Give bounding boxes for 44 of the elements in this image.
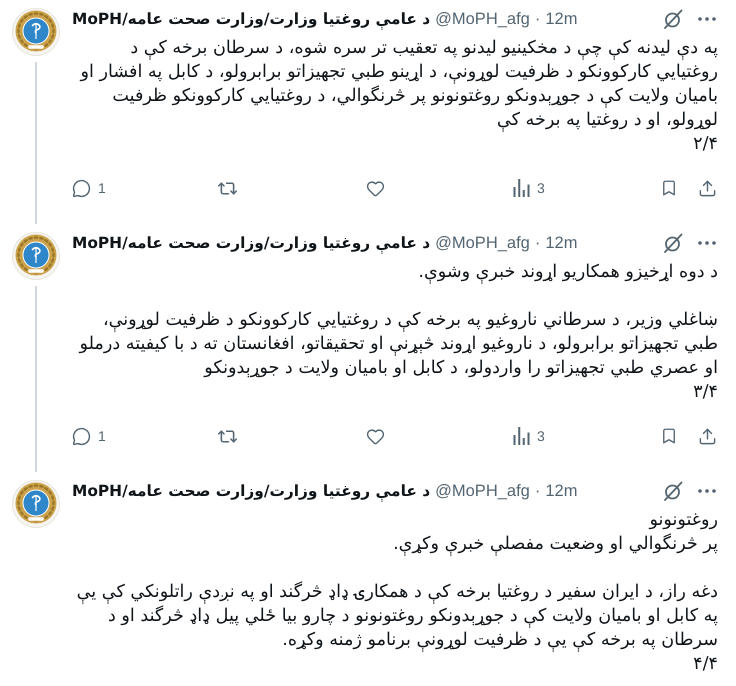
bar-chart-icon <box>513 179 530 197</box>
emblem-avatar <box>12 480 60 528</box>
dot-separator: · <box>534 481 540 502</box>
post-time[interactable]: 12m <box>545 480 578 502</box>
author-handle[interactable]: @MoPH_afg <box>435 480 530 502</box>
post-time[interactable]: 12m <box>545 232 578 254</box>
speech-bubble-icon <box>72 178 91 198</box>
emblem-avatar <box>12 232 60 280</box>
share-icon <box>698 426 717 446</box>
reply-button[interactable]: 1 <box>72 426 106 446</box>
more-icon[interactable] <box>698 241 716 245</box>
bookmark-button[interactable] <box>660 427 678 445</box>
share-button[interactable] <box>698 426 717 446</box>
author-name[interactable]: د عامې روغتیا وزارت/وزارت صحت عامه/MoPH <box>72 232 430 254</box>
post-text: په دې لیدنه کې چې د مخکینیو لیدنو په تعقیب تر سره شوه، د سرطان برخه کې د روغتیایي کارکوونکو د ظرفیت لوړونې، د اړینو طبي تجهیزاتو برابرولو، د کابل په افشار او بامیان ولایت کې د جوړېدونکو روغتونونو پر څرنگوالي، د روغتیایي کارکوونکو ظرفیت لوړولو، او د روغتیا په برخه کې ۲/۴ <box>78 37 718 156</box>
author-name[interactable]: د عامې روغتیا وزارت/وزارت صحت عامه/MoPH <box>72 8 430 30</box>
like-button[interactable] <box>366 426 385 446</box>
reply-button[interactable]: 1 <box>72 178 106 198</box>
speech-bubble-icon <box>72 426 91 446</box>
author-handle[interactable]: @MoPH_afg <box>435 8 530 30</box>
slashed-circle-icon[interactable] <box>663 481 683 501</box>
more-icon[interactable] <box>698 489 716 493</box>
heart-icon <box>366 426 385 446</box>
share-button[interactable] <box>698 178 717 198</box>
bookmark-button[interactable] <box>660 179 678 197</box>
post-text: د دوه اړخیزو همکاریو اړوند خبرې وشوې. ښاغلي وزیر، د سرطاني ناروغیو په برخه کې د روغتیایي کارکوونکو د ظرفیت لوړونې، طبي تجهیزاتو برابرولو، د ناروغیو اړوند څېړنې او تحقیقاتو، افغانستان ته د با کیفیته درملو او عصري طبي تجهیزاتو را واردولو، د کابل او بامیان ولایت د جوړېدونکو ۳/۴ <box>78 261 718 404</box>
bookmark-icon <box>660 179 678 197</box>
slashed-circle-icon[interactable] <box>663 9 683 29</box>
views-button[interactable]: 3 <box>513 426 545 446</box>
dot-separator: · <box>534 233 540 254</box>
emblem-avatar <box>12 8 60 56</box>
dot-separator: · <box>534 9 540 30</box>
author-name[interactable]: د عامې روغتیا وزارت/وزارت صحت عامه/MoPH <box>72 480 430 502</box>
post-text: روغتونونو پر څرنگوالي او وضعیت مفصلې خبرې وکړې. دغه راز، د ایران سفیر د روغتیا برخه کې د همکارۍ ډاډ څرگند او په نږدې راتلونکي کې یې په کابل او بامیان ولایت کې د جوړېدونکو روغتونونو د چارو بیا ځلي پیل ډاډ څرگند او د سرطان په برخه کې یې د ظرفیت لوړونې برنامو ژمنه وکړه. ۴/۴ <box>76 509 718 676</box>
author-handle[interactable]: @MoPH_afg <box>435 232 530 254</box>
more-icon[interactable] <box>698 17 716 21</box>
post-time[interactable]: 12m <box>545 8 578 30</box>
like-button[interactable] <box>366 178 385 198</box>
share-icon <box>698 178 717 198</box>
heart-icon <box>366 178 385 198</box>
bookmark-icon <box>660 427 678 445</box>
bar-chart-icon <box>513 427 530 445</box>
views-button[interactable]: 3 <box>513 178 545 198</box>
slashed-circle-icon[interactable] <box>663 233 683 253</box>
